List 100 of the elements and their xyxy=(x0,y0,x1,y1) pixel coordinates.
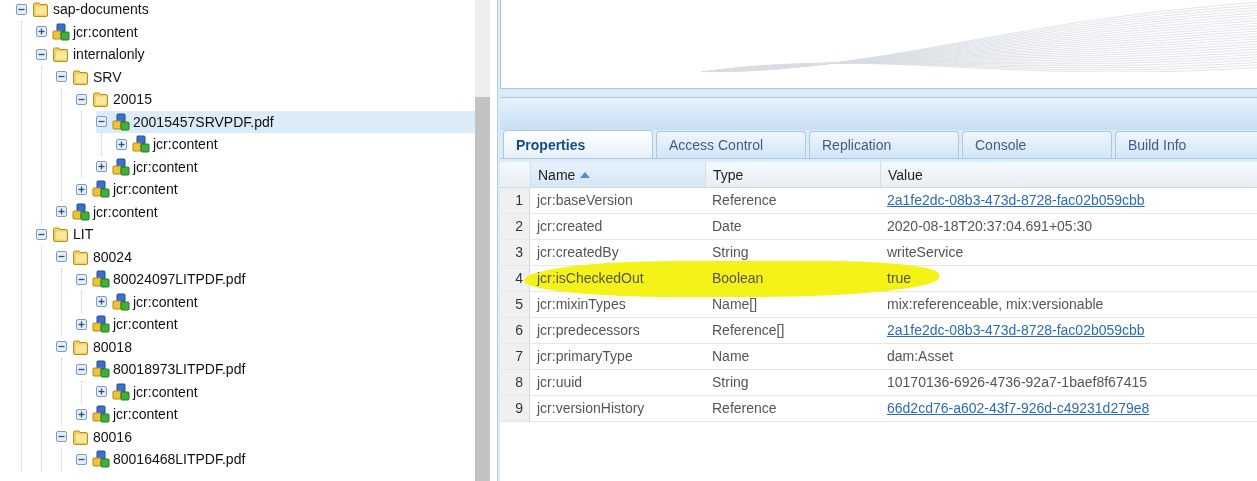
collapse-icon[interactable] xyxy=(56,71,67,83)
folder-icon xyxy=(72,247,90,266)
collapse-icon[interactable] xyxy=(16,3,27,15)
tree-label: jcr:content xyxy=(153,136,218,153)
row-number: 7 xyxy=(500,344,530,369)
tree-label: 80016 xyxy=(93,428,132,445)
tree-row[interactable]: jcr:content xyxy=(76,403,475,426)
tree-label: 80024 xyxy=(93,248,132,265)
cubes-icon xyxy=(132,135,150,154)
collapse-icon[interactable] xyxy=(56,251,67,263)
row-number: 2 xyxy=(500,214,530,239)
tree-label: jcr:content xyxy=(93,203,158,220)
tree-row[interactable]: internalonly xyxy=(36,43,475,66)
tab[interactable]: Replication xyxy=(809,131,959,158)
tree-label: 80018973LITPDF.pdf xyxy=(113,361,246,378)
table-cell: dam:Asset xyxy=(887,348,954,364)
row-number: 4 xyxy=(500,266,530,291)
tree-row[interactable]: 80024 xyxy=(56,245,475,268)
collapse-icon[interactable] xyxy=(36,228,47,240)
collapse-icon[interactable] xyxy=(96,116,107,128)
tree-label: SRV xyxy=(93,68,122,85)
value-link[interactable]: 2a1fe2dc-08b3-473d-8728-fac02b059cbb xyxy=(887,192,1145,208)
expand-icon[interactable] xyxy=(76,318,87,330)
tree-row[interactable]: jcr:content xyxy=(116,133,475,156)
tree-label: sap-documents xyxy=(53,1,149,18)
tree-label: 80024097LITPDF.pdf xyxy=(113,271,246,288)
tab[interactable]: Access Control xyxy=(656,131,806,158)
tree-row[interactable]: jcr:content xyxy=(96,380,475,403)
collapse-icon[interactable] xyxy=(56,341,67,353)
tree-row[interactable]: jcr:content xyxy=(76,178,475,201)
tree-label: jcr:content xyxy=(113,181,178,198)
header-label: Value xyxy=(888,166,923,183)
tree-row[interactable]: 80024097LITPDF.pdf xyxy=(76,268,475,291)
folder-icon xyxy=(32,0,50,19)
cubes-icon xyxy=(112,382,130,401)
tree-label: LIT xyxy=(73,226,94,243)
tree-row[interactable]: LIT xyxy=(36,223,475,246)
tree-row[interactable]: 80016 xyxy=(56,425,475,448)
column-header[interactable]: Name xyxy=(530,162,705,187)
cubes-icon xyxy=(92,360,110,379)
column-header[interactable]: Type xyxy=(705,162,880,187)
collapse-icon[interactable] xyxy=(76,363,87,375)
table-cell: 2020-08-18T20:37:04.691+05:30 xyxy=(887,218,1093,234)
tree-row[interactable]: jcr:content xyxy=(36,20,475,43)
cubes-icon xyxy=(92,450,110,469)
tree-row[interactable]: SRV xyxy=(56,65,475,88)
value-link[interactable]: 2a1fe2dc-08b3-473d-8728-fac02b059cbb xyxy=(887,322,1145,338)
tree-row[interactable]: jcr:content xyxy=(96,290,475,313)
tree-row[interactable]: jcr:content xyxy=(76,313,475,336)
table-cell-text: Date xyxy=(711,217,743,236)
expand-icon[interactable] xyxy=(76,408,87,420)
tab[interactable]: Build Info xyxy=(1115,131,1257,158)
tree-row[interactable]: sap-documents xyxy=(16,0,475,21)
tree-row[interactable]: 80016468LITPDF.pdf xyxy=(76,448,475,471)
scrollbar[interactable] xyxy=(475,0,490,481)
expand-icon[interactable] xyxy=(96,161,107,173)
table-cell-text: Reference xyxy=(711,399,778,418)
expand-icon[interactable] xyxy=(96,296,107,308)
row-number: 6 xyxy=(500,318,530,343)
collapse-icon[interactable] xyxy=(76,273,87,285)
cubes-icon xyxy=(112,112,130,131)
tree-row[interactable]: 20015 xyxy=(76,88,475,111)
tree-label: internalonly xyxy=(73,46,145,63)
tree-row[interactable]: 20015457SRVPDF.pdf xyxy=(96,110,475,133)
cubes-icon xyxy=(92,180,110,199)
cubes-icon xyxy=(92,315,110,334)
tree-label: jcr:content xyxy=(133,158,198,175)
expand-icon[interactable] xyxy=(96,386,107,398)
table-cell-text: jcr:primaryType xyxy=(535,347,634,366)
scrollbar-thumb[interactable] xyxy=(475,97,490,481)
column-header[interactable]: Value xyxy=(880,162,1257,187)
cubes-icon xyxy=(92,270,110,289)
expand-icon[interactable] xyxy=(56,206,67,218)
value-link[interactable]: 66d2cd76-a602-43f7-926d-c49231d279e8 xyxy=(887,400,1150,416)
expand-icon[interactable] xyxy=(76,183,87,195)
folder-icon xyxy=(72,67,90,86)
table-cell-text: jcr:uuid xyxy=(535,373,584,392)
expand-icon[interactable] xyxy=(116,138,127,150)
collapse-icon[interactable] xyxy=(56,431,67,443)
table-cell-text: String xyxy=(711,243,750,262)
collapse-icon[interactable] xyxy=(76,453,87,465)
tree-row[interactable]: jcr:content xyxy=(56,200,475,223)
row-number: 3 xyxy=(500,240,530,265)
tree-label: jcr:content xyxy=(113,406,178,423)
table-cell-text: jcr:createdBy xyxy=(535,243,620,262)
table-cell-text: jcr:mixinTypes xyxy=(535,295,627,314)
tab[interactable]: Properties xyxy=(503,130,653,158)
tab[interactable]: Console xyxy=(962,131,1112,158)
tree-row[interactable]: jcr:content xyxy=(96,155,475,178)
collapse-icon[interactable] xyxy=(36,48,47,60)
tree-row[interactable]: 80018 xyxy=(56,335,475,358)
expand-icon[interactable] xyxy=(36,26,47,38)
cubes-icon xyxy=(52,22,70,41)
header-label: Type xyxy=(713,166,744,183)
tree-label: jcr:content xyxy=(133,383,198,400)
table-cell-text: jcr:versionHistory xyxy=(535,399,646,418)
folder-icon xyxy=(72,337,90,356)
tree-row[interactable]: 80018973LITPDF.pdf xyxy=(76,358,475,381)
collapse-icon[interactable] xyxy=(76,93,87,105)
tree-label: 80016468LITPDF.pdf xyxy=(113,451,246,468)
